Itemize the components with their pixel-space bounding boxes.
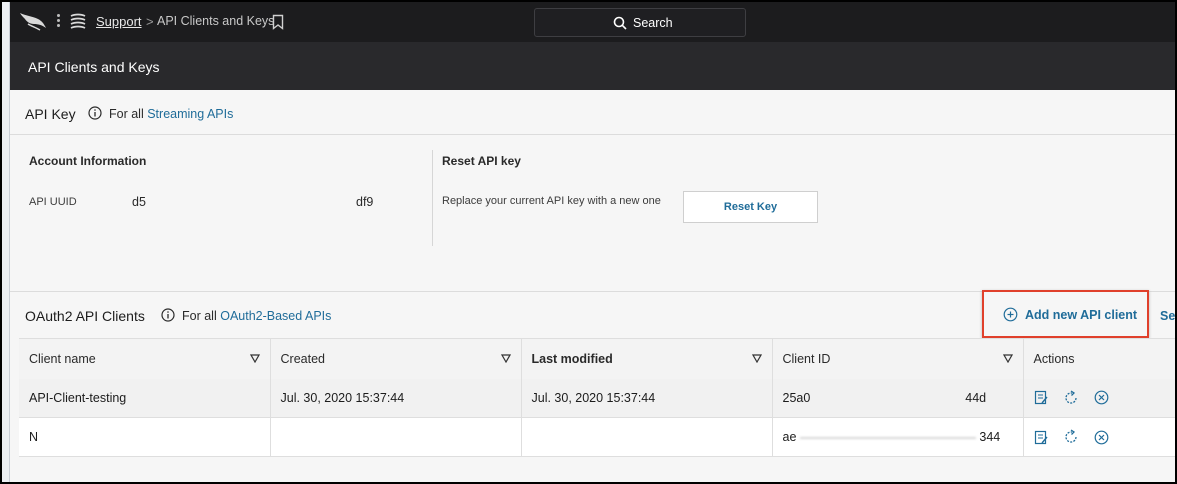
info-icon[interactable] [161, 308, 175, 322]
filter-icon[interactable] [249, 354, 260, 363]
add-new-api-client-button[interactable]: Add new API client [982, 290, 1149, 338]
bookmark-icon[interactable] [272, 14, 284, 30]
left-edge [2, 2, 10, 482]
actions-cell [1023, 378, 1175, 418]
api-key-header: API Key For all Streaming APIs [10, 90, 1175, 135]
account-information-heading: Account Information [29, 154, 147, 168]
column-last-modified[interactable]: Last modified [521, 338, 773, 379]
for-all-label: For all [109, 107, 144, 121]
reset-key-button[interactable]: Reset Key [683, 191, 818, 223]
filter-icon[interactable] [751, 354, 762, 363]
app-window: Support > API Clients and Keys Search AP… [0, 0, 1177, 484]
client-id-cell: 25a0 44d [772, 378, 1024, 418]
breadcrumb-separator: > [146, 14, 154, 29]
created-cell: Jul. 30, 2020 15:37:44 [270, 378, 522, 418]
column-label: Client name [29, 351, 96, 366]
refresh-icon[interactable] [1063, 429, 1079, 445]
edit-icon[interactable] [1034, 390, 1048, 405]
client-id-start: ae [782, 430, 797, 444]
refresh-icon[interactable] [1063, 390, 1079, 406]
edit-icon[interactable] [1034, 430, 1048, 445]
api-uuid-value-end: df9 [356, 195, 374, 209]
search-label: Search [633, 16, 673, 30]
column-label: Created [280, 351, 325, 366]
column-client-id[interactable]: Client ID [772, 338, 1024, 379]
divider [432, 150, 433, 246]
column-client-name[interactable]: Client name [19, 338, 271, 379]
reset-description: Replace your current API key with a new … [442, 195, 661, 207]
api-key-title: API Key [25, 106, 76, 122]
streaming-apis-link[interactable]: Streaming APIs [147, 107, 233, 121]
delete-icon[interactable] [1094, 390, 1109, 405]
client-id-end: 344 [979, 430, 1001, 444]
column-label: Actions [1033, 351, 1075, 366]
search-button[interactable]: Search [534, 8, 746, 37]
modified-cell: Jul. 30, 2020 15:37:44 [521, 378, 773, 418]
redaction [799, 436, 976, 439]
for-all-label: For all [182, 309, 217, 323]
api-clients-table: Client name Created Last modified Client… [19, 338, 1175, 457]
api-uuid-label: API UUID [29, 196, 77, 208]
add-circle-icon [1003, 307, 1018, 322]
column-label: Last modified [531, 351, 613, 366]
api-uuid-value-start: d5 [132, 195, 146, 209]
column-created[interactable]: Created [270, 338, 522, 379]
info-icon[interactable] [88, 106, 102, 120]
client-id-end: 44d [965, 390, 987, 405]
table-row[interactable]: N ae 344 [19, 417, 1175, 457]
menu-icon[interactable] [68, 12, 88, 32]
modified-cell [521, 417, 773, 457]
page-header: API Clients and Keys [10, 42, 1175, 90]
client-name-cell: N [19, 417, 271, 457]
search-icon [613, 16, 627, 30]
filter-icon[interactable] [500, 354, 511, 363]
page-title: API Clients and Keys [28, 59, 160, 75]
breadcrumb-support-link[interactable]: Support [96, 14, 142, 29]
created-cell [270, 417, 522, 457]
table-row[interactable]: API-Client-testing Jul. 30, 2020 15:37:4… [19, 378, 1175, 418]
column-actions: Actions [1023, 338, 1175, 379]
table-header-row: Client name Created Last modified Client… [19, 338, 1175, 379]
add-new-api-client-label: Add new API client [1025, 308, 1138, 322]
reset-api-key-heading: Reset API key [442, 154, 521, 168]
filter-icon[interactable] [1002, 354, 1013, 363]
falcon-logo-icon[interactable] [18, 10, 48, 32]
delete-icon[interactable] [1094, 430, 1109, 445]
more-vertical-icon[interactable] [55, 12, 61, 32]
oauth-for-all: For all OAuth2-Based APIs [182, 309, 331, 323]
top-bar: Support > API Clients and Keys Search [10, 2, 1175, 42]
client-name-cell: API-Client-testing [19, 378, 271, 418]
client-id-cell: ae 344 [772, 417, 1024, 457]
breadcrumb-current: API Clients and Keys [157, 14, 275, 28]
oauth2-apis-link[interactable]: OAuth2-Based APIs [220, 309, 331, 323]
actions-cell [1023, 417, 1175, 457]
main-content: API Key For all Streaming APIs Account I… [10, 90, 1175, 482]
oauth-title: OAuth2 API Clients [25, 308, 145, 324]
api-key-for-all: For all Streaming APIs [109, 107, 233, 121]
client-id-start: 25a0 [782, 390, 811, 405]
column-label: Client ID [782, 351, 831, 366]
see-link[interactable]: See [1160, 309, 1175, 323]
